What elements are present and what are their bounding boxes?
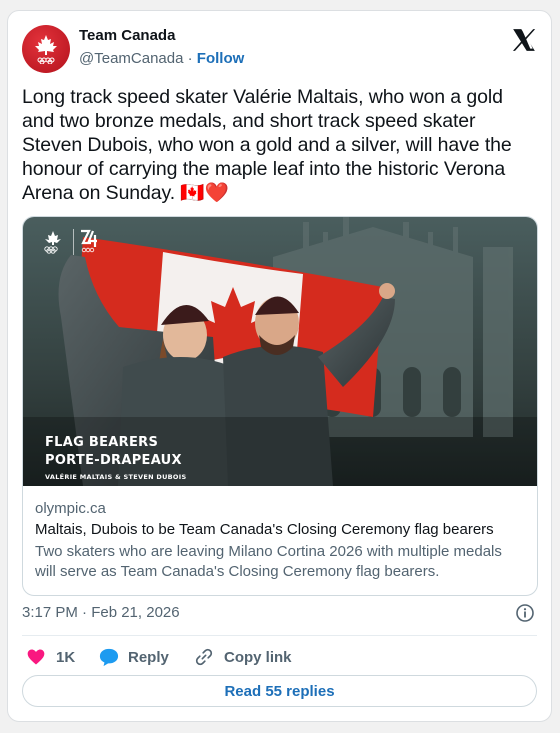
image-caption-line1: FLAG BEARERS <box>45 435 159 450</box>
divider <box>22 635 537 636</box>
tweet-text: Long track speed skater Valérie Maltais,… <box>22 86 512 204</box>
link-meta: olympic.ca Maltais, Dubois to be Team Ca… <box>35 500 525 582</box>
tweet-card: Team Canada @TeamCanada · Follow Long tr… <box>7 10 552 722</box>
link-description: Two skaters who are leaving Milano Corti… <box>35 543 502 580</box>
speech-bubble-icon <box>99 648 119 667</box>
account-handle[interactable]: @TeamCanada <box>79 50 183 67</box>
info-icon[interactable] <box>515 603 535 623</box>
action-bar: 1K Reply Copy link <box>22 645 537 671</box>
reply-label: Reply <box>128 648 169 666</box>
avatar[interactable] <box>22 25 70 73</box>
link-domain: olympic.ca <box>35 500 106 517</box>
timestamp-row: 3:17 PM · Feb 21, 2026 <box>22 604 537 626</box>
image-caption-line2: PORTE-DRAPEAUX <box>45 453 182 468</box>
follow-button[interactable]: Follow <box>197 50 245 67</box>
read-replies-button[interactable]: Read 55 replies <box>22 675 537 707</box>
link-preview-card[interactable]: FLAG BEARERS PORTE-DRAPEAUX VALÉRIE MALT… <box>22 216 538 596</box>
separator-dot: · <box>187 50 193 67</box>
reply-button[interactable]: Reply <box>98 647 169 667</box>
copy-link-button[interactable]: Copy link <box>194 647 292 667</box>
link-icon <box>195 648 213 666</box>
account-name[interactable]: Team Canada <box>79 27 175 44</box>
timestamp[interactable]: 3:17 PM · Feb 21, 2026 <box>22 604 180 621</box>
image-caption-names: VALÉRIE MALTAIS & STEVEN DUBOIS <box>45 473 187 481</box>
like-count: 1K <box>56 648 76 666</box>
heart-icon <box>27 649 45 665</box>
x-logo-icon[interactable] <box>511 27 537 53</box>
tweet-header: Team Canada @TeamCanada · Follow <box>22 23 537 75</box>
copy-link-label: Copy link <box>224 648 292 666</box>
handle-row: @TeamCanada · Follow <box>79 50 244 67</box>
like-button[interactable]: 1K <box>26 647 75 667</box>
link-title[interactable]: Maltais, Dubois to be Team Canada's Clos… <box>35 521 525 538</box>
team-canada-logo-icon <box>35 35 57 64</box>
